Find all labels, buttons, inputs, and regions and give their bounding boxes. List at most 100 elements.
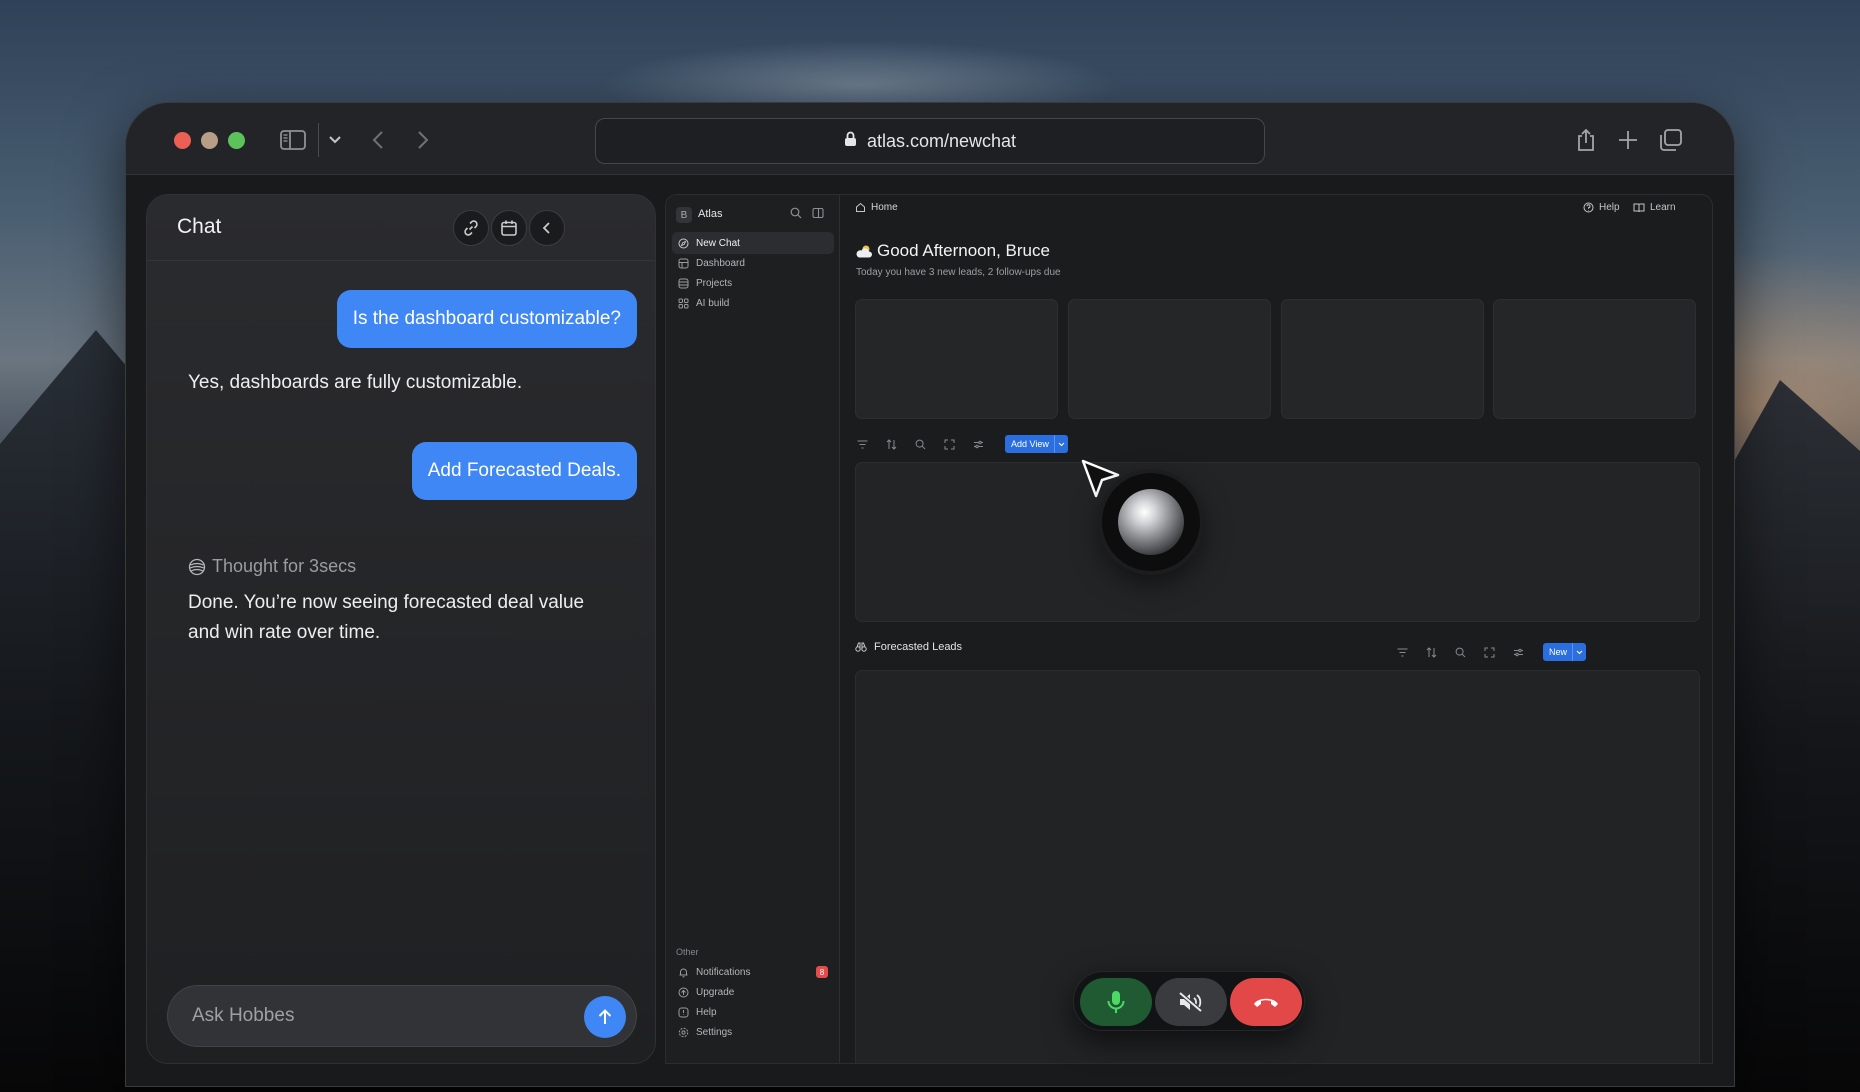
sort-icon[interactable] [883, 436, 899, 452]
dashboard-view-panel [855, 462, 1700, 622]
chevron-left-icon [542, 221, 552, 235]
arrow-up-icon [597, 1008, 613, 1026]
thought-label: Thought for 3secs [212, 556, 357, 576]
breadcrumb-home: Home [871, 202, 898, 213]
share-icon[interactable] [1574, 123, 1598, 157]
sidebar-item-label: Notifications [696, 966, 751, 978]
assistant-message: Done. You’re now seeing forecasted deal … [188, 592, 585, 643]
chat-panel: Chat Is the dashboard customizable? Yes,… [146, 194, 656, 1064]
grid-icon [678, 298, 689, 309]
search-icon[interactable] [1452, 644, 1468, 660]
adjust-icon[interactable] [1510, 644, 1526, 660]
sidebar-item-help[interactable]: Help [672, 1001, 834, 1023]
new-label: New [1549, 647, 1568, 657]
tabs-overview-icon[interactable] [1658, 123, 1684, 157]
chat-header: Chat [147, 195, 655, 261]
expand-icon[interactable] [1481, 644, 1497, 660]
greeting-subtext: Today you have 3 new leads, 2 follow-ups… [856, 267, 1061, 278]
learn-link[interactable]: Learn [1633, 202, 1676, 213]
breadcrumb[interactable]: Home [855, 202, 898, 213]
workspace-avatar[interactable]: B [676, 207, 692, 223]
gear-icon [678, 1027, 689, 1038]
layers-icon [678, 278, 689, 289]
collapse-chat-button[interactable] [529, 210, 565, 246]
stat-card[interactable] [1281, 299, 1484, 419]
thought-indicator[interactable]: Thought for 3secs [188, 556, 356, 577]
link-button[interactable] [453, 210, 489, 246]
learn-label: Learn [1650, 202, 1676, 213]
forward-arrow-icon[interactable] [411, 123, 435, 157]
url-text: atlas.com/newchat [866, 130, 1017, 151]
add-view-label: Add View [1011, 439, 1049, 449]
stat-card[interactable] [1493, 299, 1696, 419]
compass-icon [678, 238, 689, 249]
sidebar-item-projects[interactable]: Projects [672, 272, 834, 294]
address-bar[interactable]: atlas.com/newchat [595, 118, 1265, 164]
sidebar-item-label: Settings [696, 1026, 733, 1038]
chat-input[interactable] [192, 986, 552, 1046]
end-call-button[interactable] [1230, 978, 1302, 1026]
maximize-window-button[interactable] [228, 132, 245, 149]
send-button[interactable] [584, 996, 626, 1038]
bell-icon [678, 967, 689, 978]
expand-icon[interactable] [941, 436, 957, 452]
upgrade-icon [678, 987, 689, 998]
close-window-button[interactable] [174, 132, 191, 149]
home-icon [855, 202, 866, 213]
sidebar-item-new-chat[interactable]: New Chat [672, 232, 834, 254]
sidebar-item-label: New Chat [696, 237, 740, 249]
chat-input-box [167, 985, 637, 1047]
sidebar-item-label: Upgrade [696, 986, 735, 998]
chat-title: Chat [177, 215, 222, 238]
main-content: Home Help Learn Good Afternoon, Bruce To… [841, 195, 1712, 1063]
panel-toggle-icon[interactable] [812, 207, 824, 219]
adjust-icon[interactable] [970, 436, 986, 452]
new-tab-plus-icon[interactable] [1616, 123, 1640, 157]
user-message: Add Forecasted Deals. [411, 442, 637, 500]
mic-button[interactable] [1080, 978, 1152, 1026]
sidebar-item-settings[interactable]: Settings [672, 1021, 834, 1043]
back-arrow-icon[interactable] [366, 123, 390, 157]
new-lead-button[interactable]: New [1543, 643, 1587, 661]
add-view-button[interactable]: Add View [1005, 435, 1068, 453]
browser-window: atlas.com/newchat Chat Is the dashboard … [125, 102, 1735, 1087]
sidebar-item-upgrade[interactable]: Upgrade [672, 981, 834, 1003]
question-circle-icon [1583, 202, 1594, 213]
search-icon[interactable] [790, 207, 802, 219]
dashboard-icon [678, 258, 689, 269]
section-header-forecasted-leads: Forecasted Leads [855, 641, 962, 653]
lock-icon [844, 131, 857, 152]
app-sidebar: B Atlas New Chat Dashboard Projects AI b… [666, 195, 840, 1063]
chevron-down-icon[interactable] [1053, 435, 1068, 453]
search-icon[interactable] [912, 436, 928, 452]
help-link[interactable]: Help [1583, 202, 1620, 213]
sidebar-toggle-icon[interactable] [278, 123, 308, 157]
browser-titlebar: atlas.com/newchat [126, 103, 1734, 175]
voice-assistant-orb[interactable] [1118, 489, 1184, 555]
binoculars-icon [855, 642, 867, 652]
notification-count-badge: 8 [816, 966, 828, 978]
speaker-mute-icon [1178, 991, 1204, 1013]
sidebar-item-ai-build[interactable]: AI build [672, 292, 834, 314]
workspace-name[interactable]: Atlas [698, 208, 722, 220]
book-icon [1633, 202, 1645, 213]
filter-icon[interactable] [1394, 644, 1410, 660]
sidebar-item-notifications[interactable]: Notifications 8 [672, 961, 834, 983]
sort-icon[interactable] [1423, 644, 1439, 660]
calendar-button[interactable] [491, 210, 527, 246]
chevron-down-icon[interactable] [325, 123, 345, 157]
sidebar-item-label: Dashboard [696, 257, 745, 269]
minimize-window-button[interactable] [201, 132, 218, 149]
speaker-mute-button[interactable] [1155, 978, 1227, 1026]
greeting-heading: Good Afternoon, Bruce [855, 241, 1050, 261]
filter-icon[interactable] [854, 436, 870, 452]
stat-card[interactable] [1068, 299, 1271, 419]
stat-card[interactable] [855, 299, 1058, 419]
sidebar-item-dashboard[interactable]: Dashboard [672, 252, 834, 274]
help-label: Help [1599, 202, 1620, 213]
sidebar-section-other: Other [676, 947, 699, 957]
user-message: Is the dashboard customizable? [336, 290, 637, 348]
atlas-app: B Atlas New Chat Dashboard Projects AI b… [665, 194, 1713, 1064]
sidebar-item-label: AI build [696, 297, 730, 309]
chevron-down-icon[interactable] [1572, 643, 1586, 661]
